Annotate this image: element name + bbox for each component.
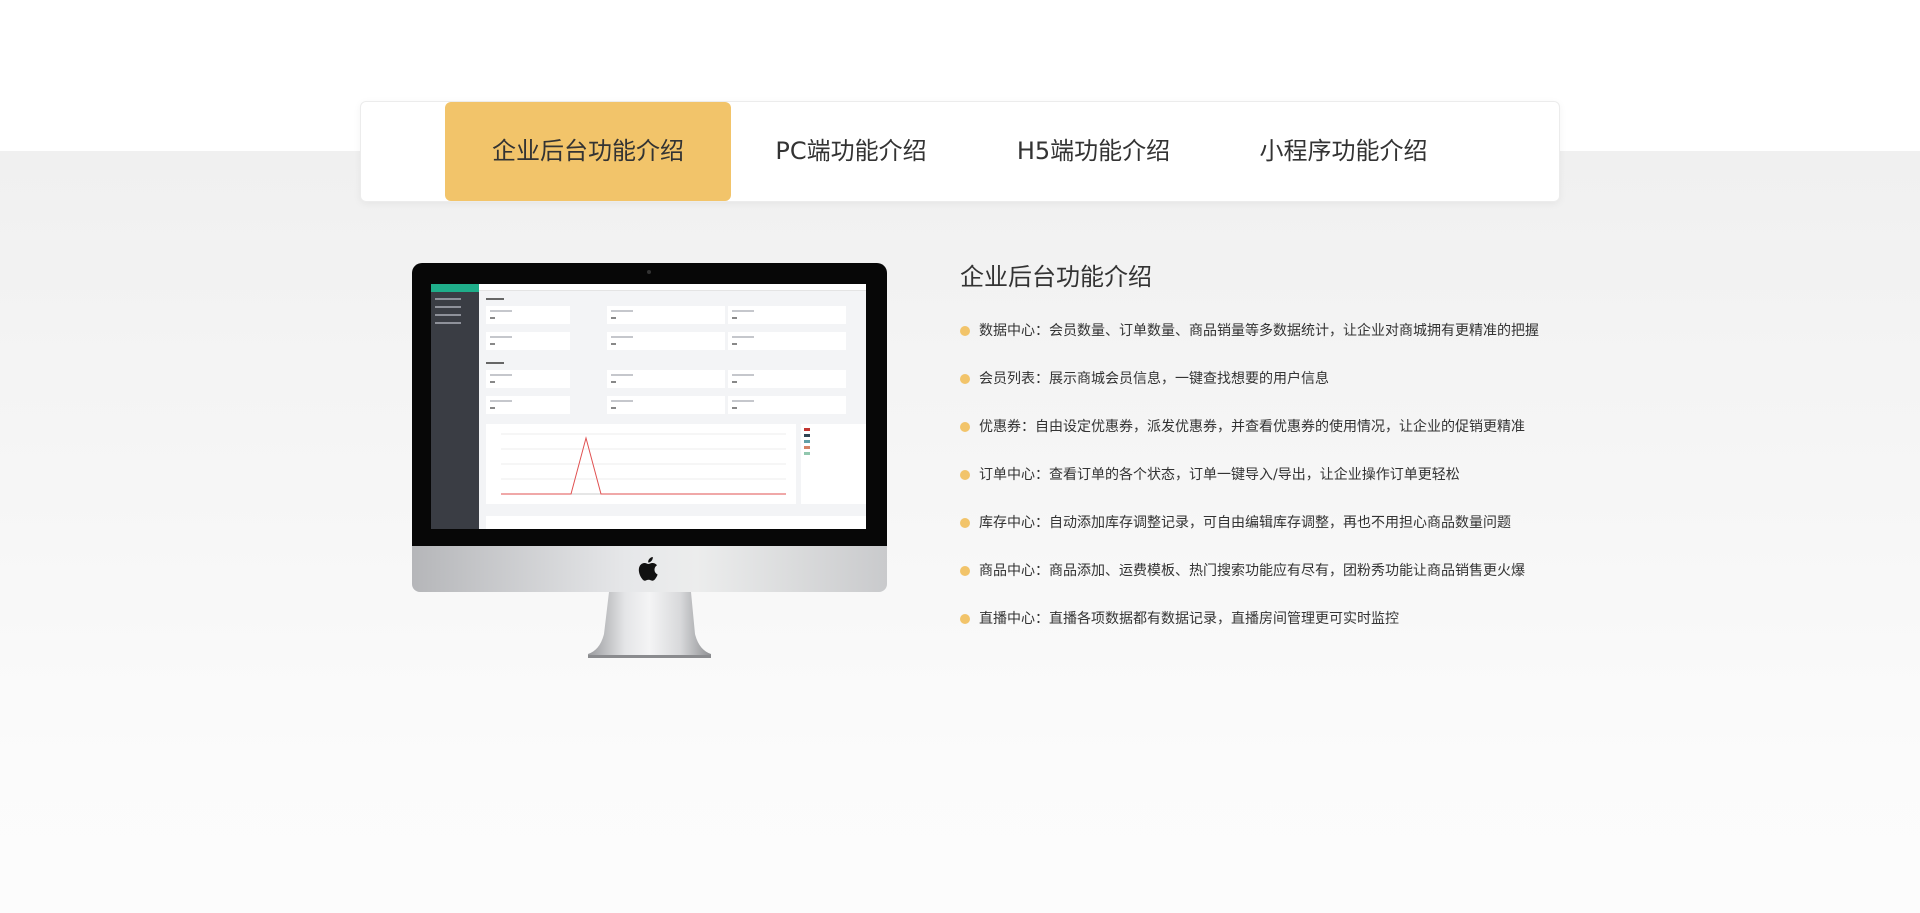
feature-text: 自动添加库存调整记录，可自由编辑库存调整，再也不用担心商品数量问题 [1049, 515, 1511, 531]
feature-item-member-list: 会员列表：展示商城会员信息，一键查找想要的用户信息 [960, 366, 1539, 414]
bullet-dot-icon [960, 566, 970, 576]
feature-list: 数据中心：会员数量、订单数量、商品销量等多数据统计，让企业对商城拥有更精准的把握… [960, 318, 1539, 654]
screen-bottom-panel [486, 516, 866, 529]
bullet-dot-icon [960, 422, 970, 432]
bullet-dot-icon [960, 518, 970, 528]
feature-text: 直播各项数据都有数据记录，直播房间管理更可实时监控 [1049, 611, 1399, 627]
feature-text: 会员数量、订单数量、商品销量等多数据统计，让企业对商城拥有更精准的把握 [1049, 323, 1539, 339]
feature-text: 自由设定优惠券，派发优惠券，并查看优惠券的使用情况，让企业的促销更精准 [1035, 419, 1525, 435]
feature-text: 展示商城会员信息，一键查找想要的用户信息 [1049, 371, 1329, 387]
tab-pc[interactable]: PC端功能介绍 [731, 102, 971, 201]
feature-label: 优惠券： [979, 419, 1035, 435]
feature-text: 查看订单的各个状态，订单一键导入/导出，让企业操作订单更轻松 [1049, 467, 1460, 483]
section-title: 企业后台功能介绍 [960, 263, 1152, 291]
feature-label: 订单中心： [979, 467, 1049, 483]
screen-chart-legend [801, 424, 866, 504]
feature-item-live-center: 直播中心：直播各项数据都有数据记录，直播房间管理更可实时监控 [960, 606, 1539, 654]
feature-label: 库存中心： [979, 515, 1049, 531]
feature-label: 会员列表： [979, 371, 1049, 387]
feature-item-product-center: 商品中心：商品添加、运费模板、热门搜索功能应有尽有，团粉秀功能让商品销售更火爆 [960, 558, 1539, 606]
dashboard-screenshot [431, 284, 866, 529]
tab-h5[interactable]: H5端功能介绍 [971, 102, 1216, 201]
feature-item-inventory-center: 库存中心：自动添加库存调整记录，可自由编辑库存调整，再也不用担心商品数量问题 [960, 510, 1539, 558]
tab-mini-program[interactable]: 小程序功能介绍 [1216, 102, 1471, 201]
bullet-dot-icon [960, 326, 970, 336]
camera-icon [647, 270, 651, 274]
feature-label: 数据中心： [979, 323, 1049, 339]
tab-enterprise-backend[interactable]: 企业后台功能介绍 [445, 102, 731, 201]
feature-label: 直播中心： [979, 611, 1049, 627]
bullet-dot-icon [960, 614, 970, 624]
feature-text: 商品添加、运费模板、热门搜索功能应有尽有，团粉秀功能让商品销售更火爆 [1049, 563, 1525, 579]
monitor-stand [588, 592, 711, 658]
feature-item-data-center: 数据中心：会员数量、订单数量、商品销量等多数据统计，让企业对商城拥有更精准的把握 [960, 318, 1539, 366]
screen-sidebar [431, 284, 479, 529]
monitor-chin [412, 546, 887, 592]
screen-line-chart [486, 424, 796, 504]
feature-tabs: 企业后台功能介绍 PC端功能介绍 H5端功能介绍 小程序功能介绍 [360, 101, 1560, 202]
feature-item-order-center: 订单中心：查看订单的各个状态，订单一键导入/导出，让企业操作订单更轻松 [960, 462, 1539, 510]
imac-monitor-icon [412, 263, 887, 658]
monitor-bezel [412, 263, 887, 546]
bullet-dot-icon [960, 470, 970, 480]
bullet-dot-icon [960, 374, 970, 384]
feature-label: 商品中心： [979, 563, 1049, 579]
screen-topbar [479, 284, 866, 291]
feature-item-coupons: 优惠券：自由设定优惠券，派发优惠券，并查看优惠券的使用情况，让企业的促销更精准 [960, 414, 1539, 462]
apple-logo-icon [638, 557, 658, 581]
